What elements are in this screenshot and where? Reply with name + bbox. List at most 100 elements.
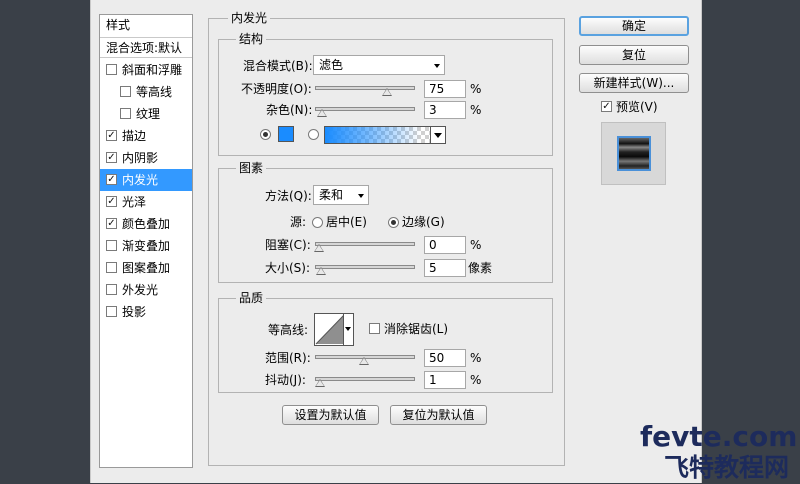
source-center-radio[interactable] — [312, 217, 323, 228]
style-checkbox[interactable] — [106, 240, 117, 251]
style-list-item[interactable]: 斜面和浮雕 — [100, 59, 192, 81]
contour-curve-icon — [315, 314, 345, 345]
inner-glow-title: 内发光 — [228, 11, 271, 25]
style-list-label: 内发光 — [122, 173, 159, 187]
style-checkbox[interactable] — [106, 262, 117, 273]
style-checkbox[interactable] — [106, 64, 117, 75]
size-slider-thumb[interactable] — [315, 267, 326, 275]
solid-color-radio[interactable] — [260, 129, 271, 140]
opacity-slider-thumb[interactable] — [381, 88, 392, 96]
style-list-item[interactable]: ✓ 内发光 — [100, 169, 192, 191]
gradient-picker[interactable] — [324, 126, 446, 144]
size-unit: 像素 — [468, 261, 493, 275]
opacity-unit: % — [470, 82, 482, 96]
technique-value: 柔和 — [319, 188, 344, 202]
range-unit: % — [470, 351, 482, 365]
style-checkbox[interactable]: ✓ — [106, 130, 117, 141]
style-checkbox[interactable]: ✓ — [106, 174, 117, 185]
style-list-item[interactable]: 外发光 — [100, 279, 192, 301]
quality-title: 品质 — [236, 291, 267, 305]
new-style-button[interactable]: 新建样式(W)... — [579, 73, 689, 93]
style-checkbox[interactable]: ✓ — [106, 218, 117, 229]
style-checkbox[interactable] — [120, 86, 131, 97]
opacity-input[interactable]: 75 — [424, 80, 466, 98]
style-list-item[interactable]: ✓ 光泽 — [100, 191, 192, 213]
size-slider[interactable] — [315, 265, 415, 269]
source-edge-label[interactable]: 边缘(G) — [402, 214, 445, 230]
choke-input[interactable]: 0 — [424, 236, 466, 254]
style-list-label: 光泽 — [122, 195, 147, 209]
source-label: 源: — [290, 215, 307, 229]
preview-label[interactable]: 预览(V) — [616, 99, 658, 115]
reset-button[interactable]: 复位 — [579, 45, 689, 65]
style-list-label: 内阴影 — [122, 151, 159, 165]
range-input[interactable]: 50 — [424, 349, 466, 367]
style-checkbox[interactable] — [120, 108, 131, 119]
chevron-down-icon — [358, 194, 364, 198]
antialias-checkbox[interactable] — [369, 323, 380, 334]
style-list-label: 投影 — [122, 305, 147, 319]
jitter-slider[interactable] — [315, 377, 415, 381]
jitter-input[interactable]: 1 — [424, 371, 466, 389]
choke-unit: % — [470, 238, 482, 252]
style-list-label: 图案叠加 — [122, 261, 171, 275]
style-list-item[interactable]: 等高线 — [100, 81, 192, 103]
choke-slider-thumb[interactable] — [314, 244, 324, 252]
style-list-item[interactable]: ✓ 内阴影 — [100, 147, 192, 169]
gradient-dropdown[interactable] — [430, 127, 445, 143]
choke-label: 阻塞(C): — [265, 238, 311, 252]
style-list-item[interactable]: 渐变叠加 — [100, 235, 192, 257]
style-list-item[interactable]: 图案叠加 — [100, 257, 192, 279]
style-checkbox[interactable] — [106, 284, 117, 295]
style-list-label: 颜色叠加 — [122, 217, 171, 231]
jitter-label: 抖动(J): — [265, 373, 306, 387]
style-list-item[interactable]: ✓ 描边 — [100, 125, 192, 147]
preview-checkbox[interactable]: ✓ — [601, 101, 612, 112]
contour-dropdown[interactable] — [343, 314, 353, 345]
contour-picker[interactable] — [314, 313, 354, 346]
style-list-label: 等高线 — [136, 85, 173, 99]
opacity-slider[interactable] — [315, 86, 415, 90]
opacity-label: 不透明度(O): — [241, 82, 312, 96]
choke-slider[interactable] — [315, 242, 415, 246]
watermark-site-name: 飞特教程网 — [664, 453, 790, 482]
style-list-item[interactable]: 纹理 — [100, 103, 192, 125]
source-edge-radio[interactable] — [388, 217, 399, 228]
chevron-down-icon — [434, 64, 440, 68]
range-label: 范围(R): — [265, 351, 311, 365]
chevron-down-icon — [345, 327, 351, 331]
blend-mode-select[interactable]: 滤色 — [313, 55, 445, 75]
style-list-label: 纹理 — [136, 107, 161, 121]
jitter-slider-thumb[interactable] — [314, 379, 325, 387]
source-center-label[interactable]: 居中(E) — [326, 214, 367, 230]
noise-slider[interactable] — [315, 107, 415, 111]
technique-select[interactable]: 柔和 — [313, 185, 369, 205]
style-list-item[interactable]: 投影 — [100, 301, 192, 323]
style-checkbox[interactable]: ✓ — [106, 196, 117, 207]
style-checkbox[interactable]: ✓ — [106, 152, 117, 163]
style-list-label: 外发光 — [122, 283, 159, 297]
gradient-radio[interactable] — [308, 129, 319, 140]
blend-mode-label: 混合模式(B): — [243, 59, 313, 73]
style-list-label: 描边 — [122, 129, 147, 143]
preview-swatch — [617, 136, 651, 171]
range-slider-thumb[interactable] — [359, 357, 369, 365]
ok-button[interactable]: 确定 — [579, 16, 689, 36]
elements-title: 图素 — [236, 161, 267, 175]
blend-mode-value: 滤色 — [319, 58, 344, 72]
blending-options-item[interactable]: 混合选项:默认 — [100, 37, 192, 58]
size-input[interactable]: 5 — [424, 259, 466, 277]
make-default-button[interactable]: 设置为默认值 — [282, 405, 379, 425]
style-list-item[interactable]: ✓ 颜色叠加 — [100, 213, 192, 235]
chevron-down-icon — [434, 133, 442, 138]
style-list-label: 斜面和浮雕 — [122, 63, 183, 77]
styles-header[interactable]: 样式 — [100, 15, 192, 36]
noise-input[interactable]: 3 — [424, 101, 466, 119]
antialias-label[interactable]: 消除锯齿(L) — [384, 321, 448, 337]
noise-slider-thumb[interactable] — [316, 109, 327, 117]
style-checkbox[interactable] — [106, 306, 117, 317]
glow-color-swatch[interactable] — [278, 126, 294, 142]
reset-default-button[interactable]: 复位为默认值 — [390, 405, 487, 425]
size-label: 大小(S): — [265, 261, 311, 275]
styles-list: 样式 混合选项:默认 斜面和浮雕等高线纹理 ✓ 描边 ✓ 内阴影 ✓ 内发光 ✓ 光泽 ✓ 颜色叠加… — [99, 14, 193, 468]
